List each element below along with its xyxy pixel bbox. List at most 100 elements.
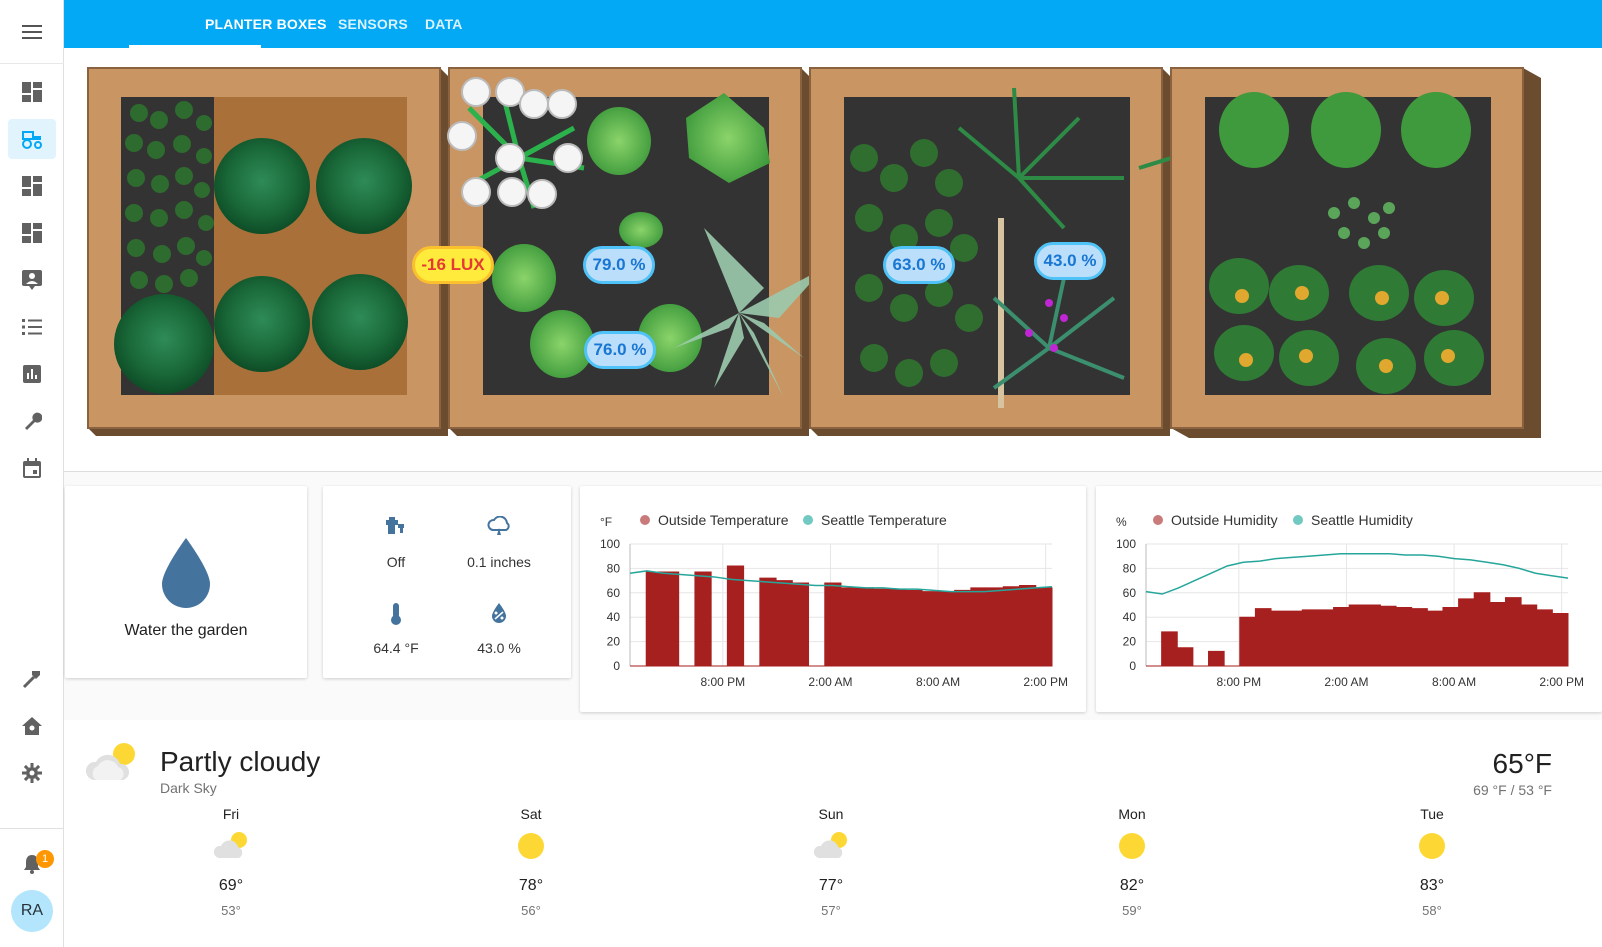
x-tick-label: 8:00 PM	[700, 675, 745, 689]
hammer-icon	[22, 671, 40, 689]
forecast-day-name: Sat	[520, 806, 542, 822]
legend-label: Seattle Humidity	[1311, 512, 1413, 528]
legend-label: Outside Temperature	[658, 512, 789, 528]
temperature-entity[interactable]: 64.4 °F	[346, 602, 446, 672]
partly-cloudy-icon	[85, 743, 135, 780]
sun-icon	[1419, 833, 1445, 859]
sidebar-item-overview[interactable]	[8, 72, 56, 112]
weather-forecast-card[interactable]: Partly cloudy Dark Sky 65°F 69 °F / 53 °…	[64, 720, 1602, 947]
thermometer-icon	[391, 603, 401, 625]
legend-outside-humidity[interactable]: Outside Humidity	[1153, 512, 1278, 528]
top-bar: PLANTER BOXES SENSORS DATA	[64, 0, 1602, 48]
moisture-sensor-badge[interactable]: 79.0 %	[583, 246, 655, 284]
humidity-entity[interactable]: 43.0 %	[449, 602, 549, 672]
sun-icon	[518, 833, 544, 859]
tab-sensors[interactable]: SENSORS	[338, 0, 408, 48]
chart-bar-icon	[23, 365, 41, 383]
rain-entity[interactable]: 0.1 inches	[449, 516, 549, 586]
temperature-value: 64.4 °F	[373, 640, 419, 656]
glance-card: Off 0.1 inches 64.4 °F 43.0 %	[323, 486, 571, 678]
legend-seattle-temperature[interactable]: Seattle Temperature	[803, 512, 947, 528]
current-temperature: 65°F	[1492, 748, 1552, 779]
forecast-day: Sun 77° 57°	[771, 806, 891, 918]
humidity-value: 43.0 %	[477, 640, 521, 656]
forecast-day-name: Sun	[818, 806, 844, 822]
legend-seattle-humidity[interactable]: Seattle Humidity	[1293, 512, 1413, 528]
gear-icon	[22, 763, 42, 783]
planter-box-3	[809, 67, 1205, 436]
forecast-low: 57°	[821, 903, 841, 918]
menu-button[interactable]	[0, 0, 64, 64]
forecast-low: 56°	[521, 903, 541, 918]
y-tick-label: 0	[613, 659, 620, 673]
water-drop-icon	[162, 538, 210, 608]
forecast-high: 77°	[818, 877, 844, 894]
sidebar-item-settings[interactable]	[8, 753, 56, 793]
forecast-high: 78°	[518, 877, 544, 894]
y-axis-unit: %	[1116, 515, 1127, 529]
sidebar-item-dashboard-2[interactable]	[8, 166, 56, 206]
high-low-temperature: 69 °F / 53 °F	[1473, 782, 1552, 798]
series-outside	[1146, 592, 1569, 667]
sidebar-item-list[interactable]	[8, 307, 56, 347]
planter-box-4	[1170, 67, 1541, 438]
y-axis-unit: °F	[600, 515, 612, 529]
forecast-day: Fri 69° 53°	[171, 806, 291, 918]
dashboard-icon	[22, 82, 42, 102]
planter-box-1	[87, 67, 448, 436]
forecast-day-name: Mon	[1118, 806, 1146, 822]
lux-sensor-badge[interactable]: -16 LUX	[412, 246, 494, 284]
sidebar-item-developer-tools[interactable]	[8, 659, 56, 699]
legend-label: Outside Humidity	[1171, 512, 1278, 528]
home-assistant-icon	[22, 717, 42, 735]
tab-data[interactable]: DATA	[425, 0, 463, 48]
x-tick-label: 2:00 AM	[808, 675, 852, 689]
x-tick-label: 2:00 AM	[1324, 675, 1368, 689]
sidebar-item-tools[interactable]	[8, 401, 56, 441]
legend-label: Seattle Temperature	[821, 512, 947, 528]
tractor-icon	[22, 131, 42, 149]
valve-entity[interactable]: Off	[346, 516, 446, 586]
sun-icon	[1119, 833, 1145, 859]
rain-amount: 0.1 inches	[467, 554, 531, 570]
legend-swatch	[803, 515, 813, 525]
legend-outside-temperature[interactable]: Outside Temperature	[640, 512, 788, 528]
series-outside	[630, 565, 1053, 667]
x-tick-label: 2:00 PM	[1023, 675, 1068, 689]
dashboard-icon	[22, 223, 42, 243]
sidebar-item-calendar[interactable]	[8, 448, 56, 488]
moisture-sensor-badge[interactable]: 76.0 %	[584, 331, 656, 369]
forecast-low: 58°	[1422, 903, 1442, 918]
forecast-day: Mon 82° 59°	[1072, 806, 1192, 918]
x-tick-label: 8:00 AM	[916, 675, 960, 689]
moisture-sensor-badge[interactable]: 43.0 %	[1034, 242, 1106, 280]
forecast-high: 83°	[1419, 877, 1445, 894]
partly-cloudy-icon	[213, 832, 247, 858]
water-percent-icon	[492, 603, 506, 623]
water-pump-icon	[386, 517, 404, 534]
forecast-day-name: Fri	[222, 806, 240, 822]
y-tick-label: 0	[1129, 659, 1136, 673]
sidebar-item-history[interactable]	[8, 354, 56, 394]
forecast-day: Tue 83° 58°	[1372, 806, 1492, 918]
y-tick-label: 20	[607, 635, 621, 649]
valve-state: Off	[386, 554, 406, 570]
garden-illustration	[87, 67, 1541, 438]
water-garden-card[interactable]: Water the garden	[65, 486, 307, 678]
dashboard-icon	[22, 176, 42, 196]
sidebar-item-dashboard-3[interactable]	[8, 213, 56, 253]
sidebar-item-supervisor[interactable]	[8, 706, 56, 746]
sidebar-item-garden[interactable]	[8, 119, 56, 159]
y-tick-label: 40	[607, 610, 621, 624]
forecast-low: 53°	[221, 903, 241, 918]
list-icon	[22, 319, 42, 335]
water-garden-label: Water the garden	[124, 622, 248, 639]
forecast-high: 69°	[218, 877, 244, 894]
sidebar-item-logbook[interactable]	[8, 260, 56, 300]
y-tick-label: 60	[1123, 586, 1137, 600]
moisture-sensor-badge[interactable]: 63.0 %	[883, 246, 955, 284]
avatar[interactable]: RA	[11, 890, 53, 932]
tab-planter-boxes[interactable]: PLANTER BOXES	[205, 0, 327, 48]
x-tick-label: 2:00 PM	[1539, 675, 1584, 689]
legend-swatch	[1293, 515, 1303, 525]
